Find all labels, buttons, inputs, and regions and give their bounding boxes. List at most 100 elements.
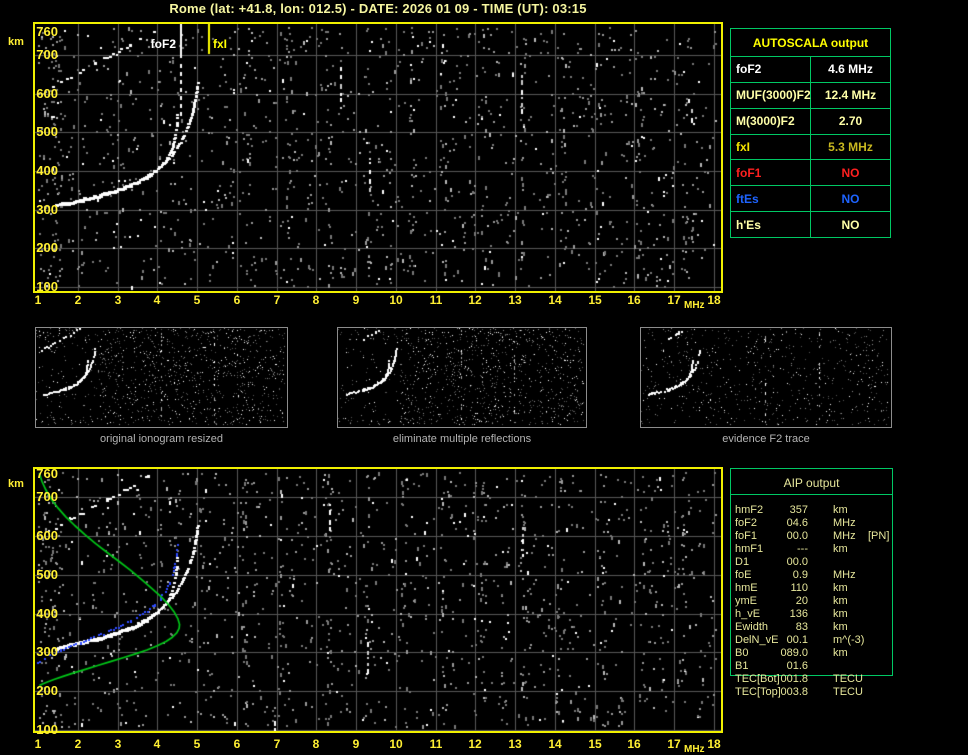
autoscala-row: MUF(3000)F2 12.4 MHz xyxy=(731,82,890,109)
thumbnail-evidence-canvas xyxy=(641,328,891,427)
x-tick-label: 11 xyxy=(429,293,443,307)
x-tick-label: 2 xyxy=(74,293,82,307)
autoscala-row-value: 5.3 MHz xyxy=(828,140,873,154)
x-tick-label: 12 xyxy=(468,293,482,307)
aip-row-value: 110 xyxy=(790,582,808,594)
thumbnail-evidence-f2 xyxy=(640,327,892,428)
page-title: Rome (lat: +41.8, lon: 012.5) - DATE: 20… xyxy=(169,1,587,16)
aip-row-value: 0.9 xyxy=(792,569,808,581)
aip-row-name: foE xyxy=(735,569,752,581)
aip-row-value: 357 xyxy=(789,504,808,516)
y-tick-label: 700 xyxy=(36,489,58,504)
autoscala-output-panel: AUTOSCALA output foF2 4.6 MHz MUF(3000)F2 1… xyxy=(730,28,891,238)
x-tick-label: 8 xyxy=(312,293,320,307)
autoscala-row-label: foF1 xyxy=(731,160,811,186)
y-tick-label: 400 xyxy=(36,163,58,178)
x-tick-label: 10 xyxy=(389,737,403,751)
x-tick-label: 13 xyxy=(508,737,522,751)
fxi-marker-label: fxI xyxy=(213,37,228,51)
x-tick-label: 10 xyxy=(389,293,403,307)
bottom-ionogram-plot xyxy=(33,467,723,733)
x-tick-label: 1 xyxy=(34,737,42,751)
aip-row-value: --- xyxy=(797,543,808,555)
aip-row-name: foF2 xyxy=(735,517,758,529)
aip-row: foF2 04.6 MHz xyxy=(730,517,893,530)
y-tick-label: 760 xyxy=(36,24,58,39)
aip-row-name: hmE xyxy=(735,582,758,594)
x-tick-label: 18 xyxy=(707,293,721,307)
aip-row-unit: km xyxy=(833,608,848,620)
thumbnail-original-canvas xyxy=(36,328,287,427)
aip-row: hmF2 357 km xyxy=(730,504,893,517)
y-tick-label: 500 xyxy=(36,567,58,582)
aip-row-unit: TECU xyxy=(833,686,863,698)
y-tick-label: 500 xyxy=(36,124,58,139)
aip-row-unit: km xyxy=(833,582,848,594)
aip-row: foE 0.9 MHz xyxy=(730,569,893,582)
autoscala-row-value: 4.6 MHz xyxy=(828,62,873,77)
x-tick-label: 4 xyxy=(153,737,161,751)
aip-row: TEC[Top] 003.8 TECU xyxy=(730,686,893,699)
y-tick-label: 400 xyxy=(36,606,58,621)
autoscala-row-label: h'Es xyxy=(731,212,811,238)
x-tick-label: 17 xyxy=(667,737,681,751)
autoscala-row: h'Es NO xyxy=(731,212,890,238)
aip-row: D1 00.0 xyxy=(730,556,893,569)
x-tick-label: 5 xyxy=(193,737,201,751)
thumbnail-eliminate-reflections xyxy=(337,327,587,428)
y-tick-label: 200 xyxy=(36,683,58,698)
top-ionogram-canvas xyxy=(35,24,721,291)
top-plot-x-unit-label: MHz xyxy=(684,300,705,311)
y-tick-label: 300 xyxy=(36,202,58,217)
bottom-ionogram-canvas xyxy=(35,469,721,731)
aip-row-unit: TECU xyxy=(833,673,863,685)
aip-row-value: 136 xyxy=(789,608,808,620)
aip-row-value: 01.6 xyxy=(786,660,808,672)
aip-title-separator xyxy=(730,494,893,495)
autoscala-row-value: NO xyxy=(841,165,860,180)
aip-row-value: 83 xyxy=(795,621,808,633)
x-tick-label: 7 xyxy=(273,293,281,307)
thumbnail-caption-eliminate: eliminate multiple reflections xyxy=(392,433,532,445)
x-tick-label: 6 xyxy=(233,737,241,751)
x-tick-label: 18 xyxy=(707,737,721,751)
y-tick-label: 100 xyxy=(36,722,58,737)
thumbnail-original-ionogram xyxy=(35,327,288,428)
autoscala-app-window: { "title": "Rome (lat: +41.8, lon: 012.5… xyxy=(0,0,968,755)
aip-row-name: B0 xyxy=(735,647,749,659)
autoscala-row-value: NO xyxy=(841,217,860,232)
x-tick-label: 6 xyxy=(233,293,241,307)
aip-row-value: 00.1 xyxy=(786,634,808,646)
aip-row: DelN_vE 00.1 m^(-3) xyxy=(730,634,893,647)
y-tick-label: 600 xyxy=(36,86,58,101)
top-plot-y-unit-label: km xyxy=(8,36,24,48)
aip-row-unit: m^(-3) xyxy=(833,634,865,646)
aip-output-panel: AIP output hmF2 357 km foF2 04.6 MHz foF1 00.0 M… xyxy=(730,468,893,700)
aip-panel-title: AIP output xyxy=(783,476,840,490)
y-tick-label: 300 xyxy=(36,644,58,659)
aip-row-value: 20 xyxy=(795,595,808,607)
x-tick-label: 11 xyxy=(429,737,443,751)
aip-row-value: 003.8 xyxy=(780,686,808,698)
aip-row-value: 089.0 xyxy=(780,647,808,659)
bottom-plot-x-unit-label: MHz xyxy=(684,744,705,755)
aip-row: hmE 110 km xyxy=(730,582,893,595)
x-tick-label: 15 xyxy=(588,293,602,307)
aip-row-unit: km xyxy=(833,504,848,516)
aip-row: B0 089.0 km xyxy=(730,647,893,660)
y-tick-label: 100 xyxy=(36,279,58,294)
x-tick-label: 15 xyxy=(588,737,602,751)
aip-row-value: 001.8 xyxy=(780,673,808,685)
autoscala-row: foF1 NO xyxy=(731,160,890,187)
autoscala-row-label: ftEs xyxy=(731,186,811,212)
x-tick-label: 16 xyxy=(627,737,641,751)
aip-row: hmF1 --- km xyxy=(730,543,893,556)
aip-row-name: foF1 xyxy=(735,530,758,542)
y-tick-label: 760 xyxy=(36,466,58,481)
x-tick-label: 17 xyxy=(667,293,681,307)
aip-row-name: h_vE xyxy=(735,608,761,620)
autoscala-row: M(3000)F2 2.70 xyxy=(731,108,890,135)
aip-row: Ewidth 83 km xyxy=(730,621,893,634)
autoscala-row-value: 2.70 xyxy=(838,114,863,129)
aip-row-note: [PN] xyxy=(868,530,890,542)
